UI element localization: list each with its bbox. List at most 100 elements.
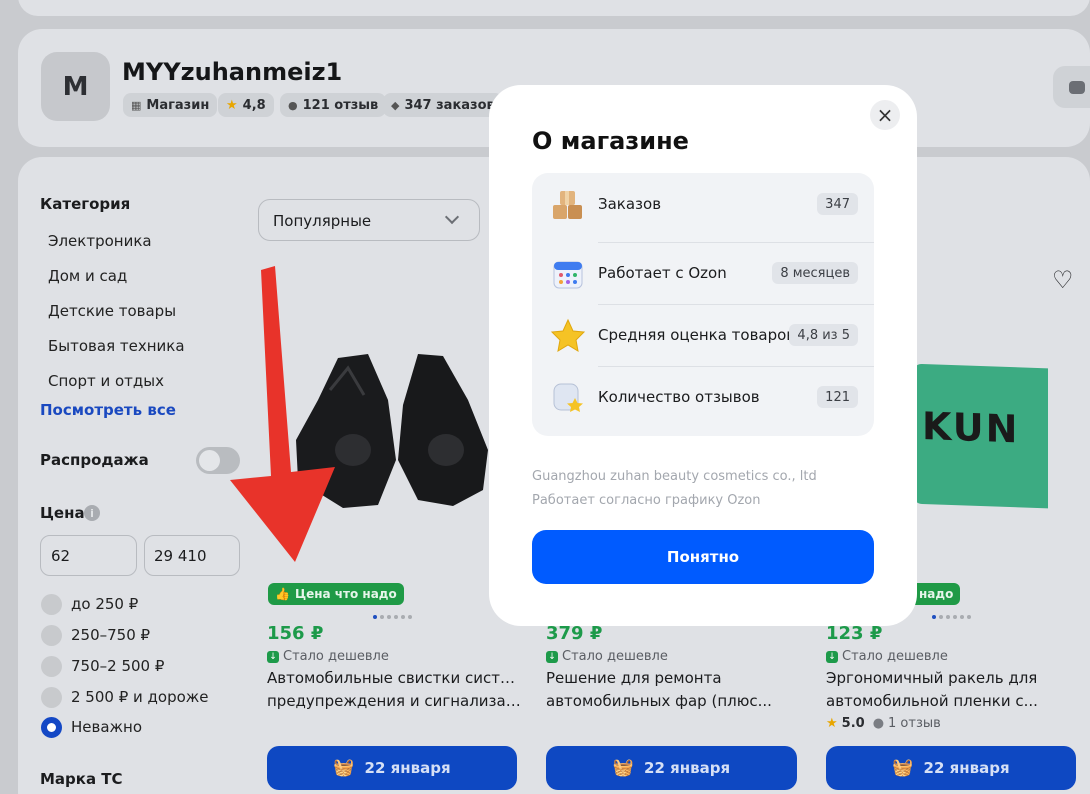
product-title-line2[interactable]: автомобильной пленки с... xyxy=(826,690,1081,713)
price-radio-label[interactable]: Неважно xyxy=(71,718,142,736)
price-radio[interactable] xyxy=(41,625,62,646)
info-value: 8 месяцев xyxy=(772,262,858,284)
info-row-since: Работает с Ozon 8 месяцев xyxy=(532,242,874,304)
cheaper-label: Стало дешевле xyxy=(562,649,668,664)
delivery-label: 22 января xyxy=(364,759,451,777)
info-row-rating: Средняя оценка товаров 4,8 из 5 xyxy=(532,304,874,366)
price-badge-label: Цена что надо xyxy=(294,587,397,601)
price-radio-selected[interactable] xyxy=(41,717,62,738)
info-value: 4,8 из 5 xyxy=(789,324,858,346)
image-pager-dots[interactable] xyxy=(373,615,412,619)
seller-name[interactable]: MYYzuhanmeiz1 xyxy=(122,58,342,86)
info-value: 121 xyxy=(817,386,858,408)
product-title[interactable]: Эргономичный ракель для xyxy=(826,667,1081,690)
price-radio[interactable] xyxy=(41,656,62,677)
product-rating: ★ 5.0 ● 1 отзыв xyxy=(826,716,941,731)
seller-avatar[interactable]: M xyxy=(41,52,110,121)
reviews-count: 1 отзыв xyxy=(888,716,941,731)
price-radio-label[interactable]: 250–750 ₽ xyxy=(71,626,150,644)
product-price: 156 ₽ xyxy=(267,623,324,644)
comment-icon: ● xyxy=(288,98,298,112)
product-price: 379 ₽ xyxy=(546,623,603,644)
star-icon xyxy=(550,318,586,352)
category-item[interactable]: Бытовая техника xyxy=(48,337,185,355)
delivery-button[interactable]: 🧺 22 января xyxy=(826,746,1076,790)
info-label: Средняя оценка товаров xyxy=(598,326,796,344)
boxes-icon xyxy=(553,191,582,219)
chip-reviews-label: 121 отзыв xyxy=(302,97,379,113)
category-item[interactable]: Электроника xyxy=(48,232,152,250)
chip-reviews[interactable]: ● 121 отзыв xyxy=(280,93,387,117)
price-from-input[interactable]: 62 xyxy=(40,535,137,576)
chip-shop-label: Магазин xyxy=(146,97,210,113)
info-label: Заказов xyxy=(598,195,662,213)
price-radio-label[interactable]: 750–2 500 ₽ xyxy=(71,657,164,675)
info-label: Количество отзывов xyxy=(598,388,760,406)
delivery-label: 22 января xyxy=(644,759,731,777)
red-arrow-annotation xyxy=(230,266,335,562)
sale-label: Распродажа xyxy=(40,451,149,469)
top-bar xyxy=(18,0,1090,16)
basket-icon: 🧺 xyxy=(612,758,635,778)
arrow-down-icon: ↓ xyxy=(267,650,279,663)
brand-heading: Марка ТС xyxy=(40,770,123,788)
product-title-line2[interactable]: предупреждения и сигнализаци... xyxy=(267,690,522,713)
chip-orders[interactable]: ◆ 347 заказов xyxy=(383,93,503,117)
info-icon[interactable]: i xyxy=(84,505,100,521)
chip-shop[interactable]: ▦ Магазин xyxy=(123,93,218,117)
chip-rating-label: 4,8 xyxy=(242,97,266,113)
rating-value: 5.0 xyxy=(841,716,865,731)
category-item[interactable]: Детские товары xyxy=(48,302,176,320)
info-row-orders: Заказов 347 xyxy=(532,173,874,235)
price-radio[interactable] xyxy=(41,594,62,615)
chip-orders-label: 347 заказов xyxy=(404,97,495,113)
see-all-link[interactable]: Посмотреть все xyxy=(40,401,176,419)
image-pager-dots[interactable] xyxy=(932,615,971,619)
category-item[interactable]: Дом и сад xyxy=(48,267,127,285)
price-radio-label[interactable]: до 250 ₽ xyxy=(71,595,138,613)
cheaper-label: Стало дешевле xyxy=(842,649,948,664)
price-badge: надо xyxy=(912,583,961,605)
price-radio-label[interactable]: 2 500 ₽ и дороже xyxy=(71,688,209,706)
basket-icon: 🧺 xyxy=(333,758,355,778)
shop-icon: ▦ xyxy=(131,98,142,112)
delivery-button[interactable]: 🧺 22 января xyxy=(546,746,797,790)
info-value: 347 xyxy=(817,193,858,215)
calendar-icon xyxy=(553,261,583,289)
chip-rating[interactable]: ★ 4,8 xyxy=(218,93,274,117)
company-name: Guangzhou zuhan beauty cosmetics co., lt… xyxy=(532,469,817,484)
chat-icon xyxy=(1069,80,1085,94)
arrow-down-icon: ↓ xyxy=(826,650,838,663)
category-item[interactable]: Спорт и отдых xyxy=(48,372,164,390)
basket-icon: 🧺 xyxy=(892,758,914,778)
price-radio[interactable] xyxy=(41,687,62,708)
favorite-heart-icon[interactable]: ♡ xyxy=(1052,266,1074,294)
star-icon: ★ xyxy=(226,97,238,113)
squeegee-print: KUN xyxy=(922,403,1020,452)
comment-icon: ● xyxy=(872,716,885,731)
product-title-line2[interactable]: автомобильных фар (плюс... xyxy=(546,690,801,713)
delivery-label: 22 января xyxy=(923,759,1010,777)
sort-dropdown[interactable]: Популярные xyxy=(258,199,480,241)
category-heading: Категория xyxy=(40,195,131,213)
chat-button[interactable] xyxy=(1053,66,1090,108)
reviews-icon xyxy=(553,383,583,412)
product-price: 123 ₽ xyxy=(826,623,883,644)
shop-info-list: Заказов 347 Работает с Ozon 8 месяцев Ср… xyxy=(532,173,874,436)
close-icon: × xyxy=(876,103,894,127)
delivery-button[interactable]: 🧺 22 января xyxy=(267,746,517,790)
info-label: Работает с Ozon xyxy=(598,264,727,282)
product-title[interactable]: Решение для ремонта xyxy=(546,667,801,690)
cheaper-label: Стало дешевле xyxy=(283,649,389,664)
close-button[interactable]: × xyxy=(870,100,900,130)
cheaper-note: ↓ Стало дешевле xyxy=(546,649,668,664)
schedule-note: Работает согласно графику Ozon xyxy=(532,493,761,508)
info-row-reviews: Количество отзывов 121 xyxy=(532,366,874,428)
modal-title: О магазине xyxy=(532,127,689,155)
arrow-down-icon: ↓ xyxy=(546,650,558,663)
product-image-squeegee[interactable]: KUN xyxy=(912,363,1048,509)
product-title[interactable]: Автомобильные свистки система xyxy=(267,667,522,690)
ok-button[interactable]: Понятно xyxy=(532,530,874,584)
about-shop-modal: × О магазине Заказов 347 Работает с Ozon… xyxy=(489,85,917,626)
sort-selected: Популярные xyxy=(273,212,372,230)
